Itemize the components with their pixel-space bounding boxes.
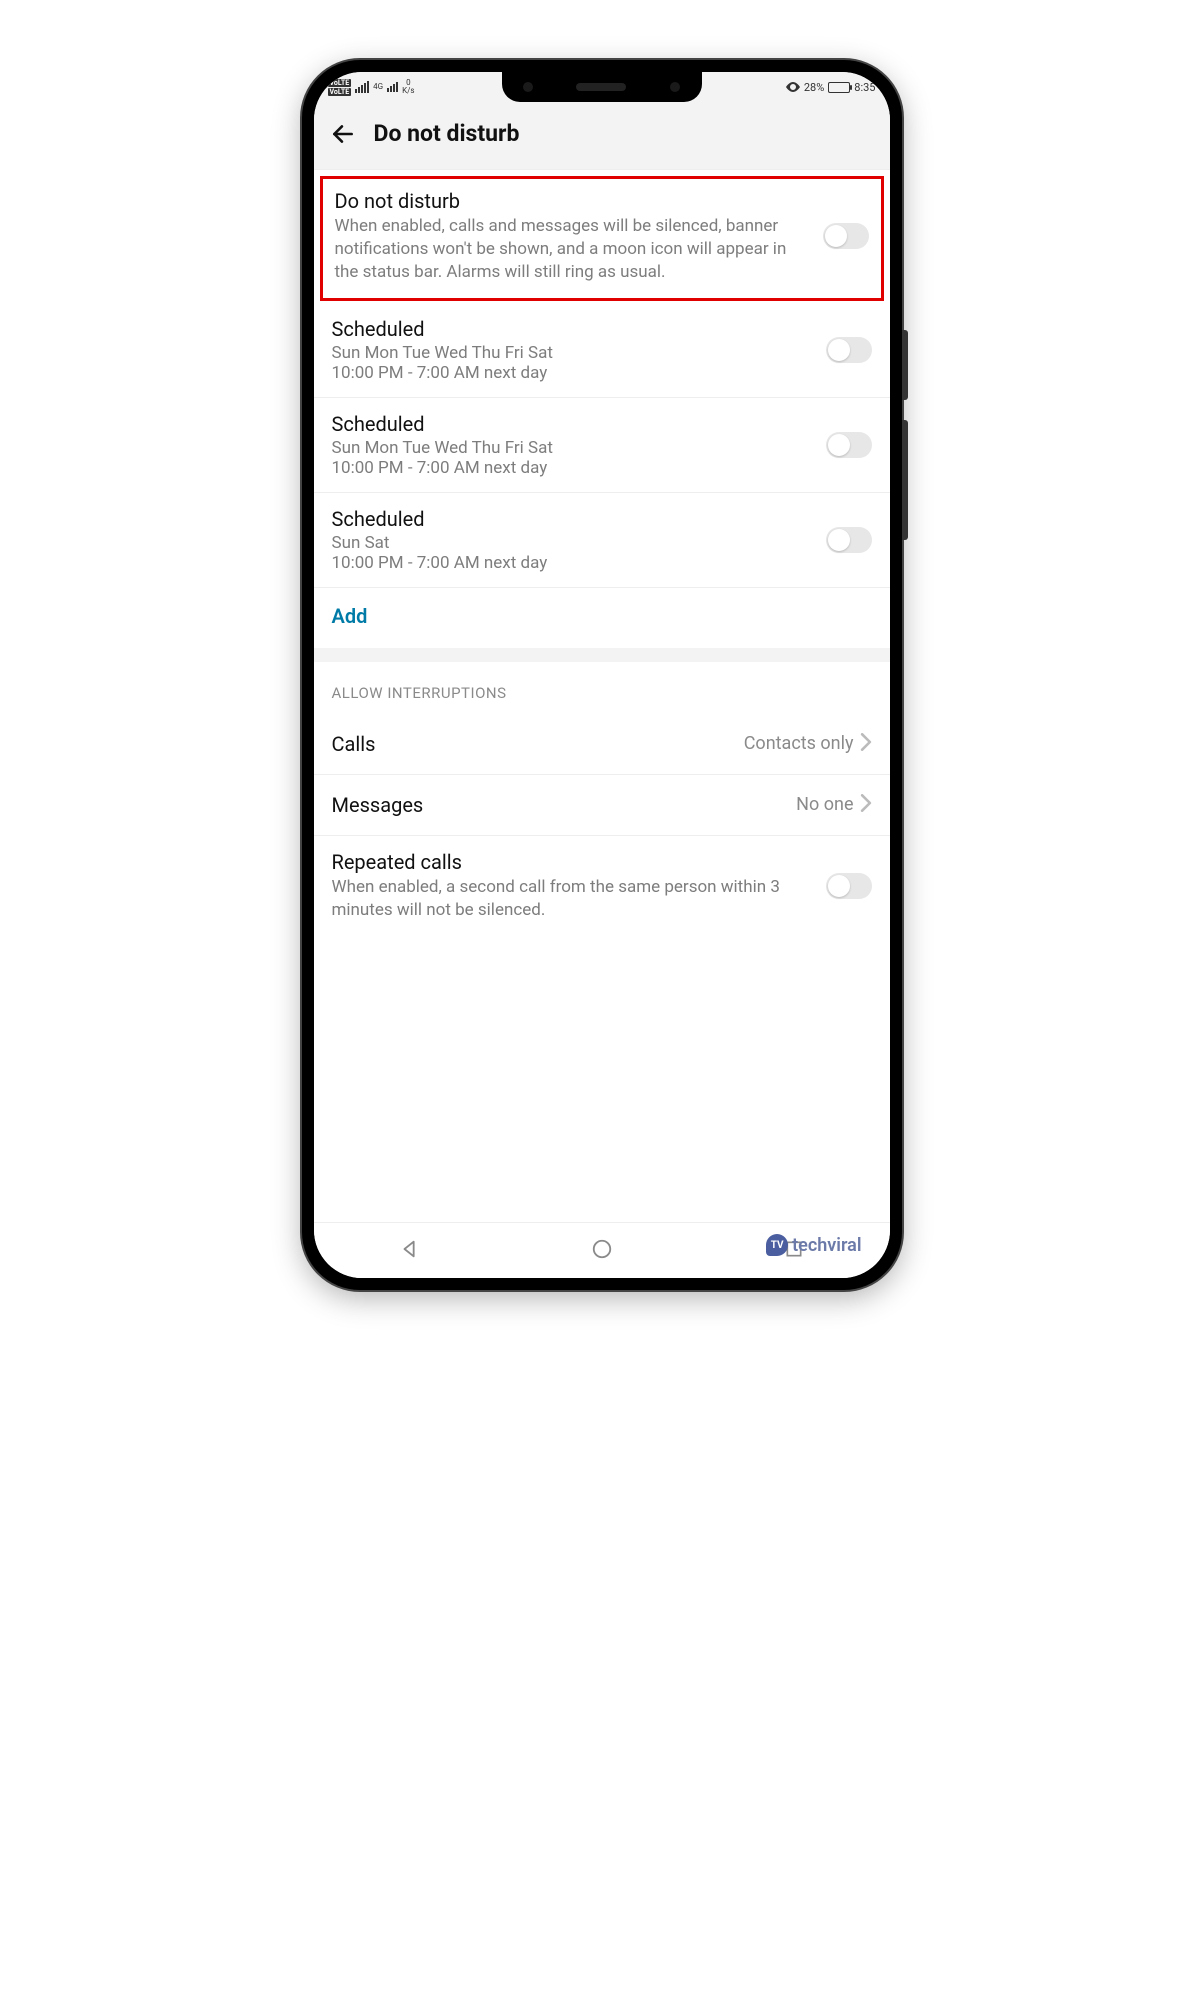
watermark-text: techviral bbox=[792, 1235, 861, 1256]
page-title: Do not disturb bbox=[374, 120, 520, 147]
schedule-row[interactable]: Scheduled Sun Mon Tue Wed Thu Fri Sat 10… bbox=[314, 398, 890, 493]
repeated-desc: When enabled, a second call from the sam… bbox=[332, 876, 814, 922]
chevron-right-icon bbox=[860, 794, 872, 816]
schedule-days: Sun Mon Tue Wed Thu Fri Sat bbox=[332, 343, 814, 363]
repeated-toggle[interactable] bbox=[826, 873, 872, 899]
phone-frame: VoLTE VoLTE 4G 0 K/s 28% 8:35 bbox=[302, 60, 902, 1290]
phone-screen: VoLTE VoLTE 4G 0 K/s 28% 8:35 bbox=[314, 72, 890, 1278]
schedule-title: Scheduled bbox=[332, 317, 814, 341]
battery-percent: 28% bbox=[804, 81, 824, 94]
add-schedule-row[interactable]: Add bbox=[314, 588, 890, 648]
add-label: Add bbox=[332, 604, 368, 628]
dnd-toggle[interactable] bbox=[823, 223, 869, 249]
battery-icon bbox=[828, 82, 850, 93]
side-button bbox=[902, 330, 908, 400]
watermark: TV techviral bbox=[766, 1234, 861, 1256]
calls-label: Calls bbox=[332, 732, 744, 756]
repeated-title: Repeated calls bbox=[332, 850, 814, 874]
app-header: Do not disturb bbox=[314, 102, 890, 170]
schedule-row[interactable]: Scheduled Sun Sat 10:00 PM - 7:00 AM nex… bbox=[314, 493, 890, 588]
schedule-time: 10:00 PM - 7:00 AM next day bbox=[332, 363, 814, 383]
schedule-days: Sun Sat bbox=[332, 533, 814, 553]
schedule-time: 10:00 PM - 7:00 AM next day bbox=[332, 458, 814, 478]
notch bbox=[502, 72, 702, 102]
content: Do not disturb When enabled, calls and m… bbox=[314, 170, 890, 1222]
interruptions-header: ALLOW INTERRUPTIONS bbox=[314, 662, 890, 714]
volte-badge: VoLTE bbox=[328, 79, 352, 87]
messages-row[interactable]: Messages No one bbox=[314, 775, 890, 836]
volte-badge: VoLTE bbox=[328, 88, 352, 96]
dnd-row[interactable]: Do not disturb When enabled, calls and m… bbox=[320, 176, 884, 301]
schedule-toggle[interactable] bbox=[826, 527, 872, 553]
signal-icon bbox=[355, 81, 369, 93]
chevron-right-icon bbox=[860, 733, 872, 755]
side-button bbox=[902, 420, 908, 540]
speed-unit: K/s bbox=[402, 87, 414, 95]
nav-back-icon[interactable] bbox=[399, 1238, 421, 1264]
messages-label: Messages bbox=[332, 793, 797, 817]
back-icon[interactable] bbox=[330, 121, 356, 147]
nav-home-icon[interactable] bbox=[591, 1238, 613, 1264]
schedule-time: 10:00 PM - 7:00 AM next day bbox=[332, 553, 814, 573]
watermark-badge: TV bbox=[766, 1234, 788, 1256]
clock: 8:35 bbox=[854, 81, 875, 94]
calls-row[interactable]: Calls Contacts only bbox=[314, 714, 890, 775]
dnd-title: Do not disturb bbox=[335, 189, 811, 213]
dnd-desc: When enabled, calls and messages will be… bbox=[335, 215, 811, 284]
network-label: 4G bbox=[373, 83, 383, 91]
schedule-toggle[interactable] bbox=[826, 432, 872, 458]
schedule-toggle[interactable] bbox=[826, 337, 872, 363]
repeated-calls-row[interactable]: Repeated calls When enabled, a second ca… bbox=[314, 836, 890, 936]
signal-icon bbox=[387, 82, 398, 92]
section-divider bbox=[314, 648, 890, 662]
schedule-row[interactable]: Scheduled Sun Mon Tue Wed Thu Fri Sat 10… bbox=[314, 303, 890, 398]
messages-value: No one bbox=[796, 794, 853, 815]
schedule-title: Scheduled bbox=[332, 507, 814, 531]
calls-value: Contacts only bbox=[744, 733, 854, 754]
eye-comfort-icon bbox=[786, 82, 800, 92]
schedule-days: Sun Mon Tue Wed Thu Fri Sat bbox=[332, 438, 814, 458]
schedule-title: Scheduled bbox=[332, 412, 814, 436]
